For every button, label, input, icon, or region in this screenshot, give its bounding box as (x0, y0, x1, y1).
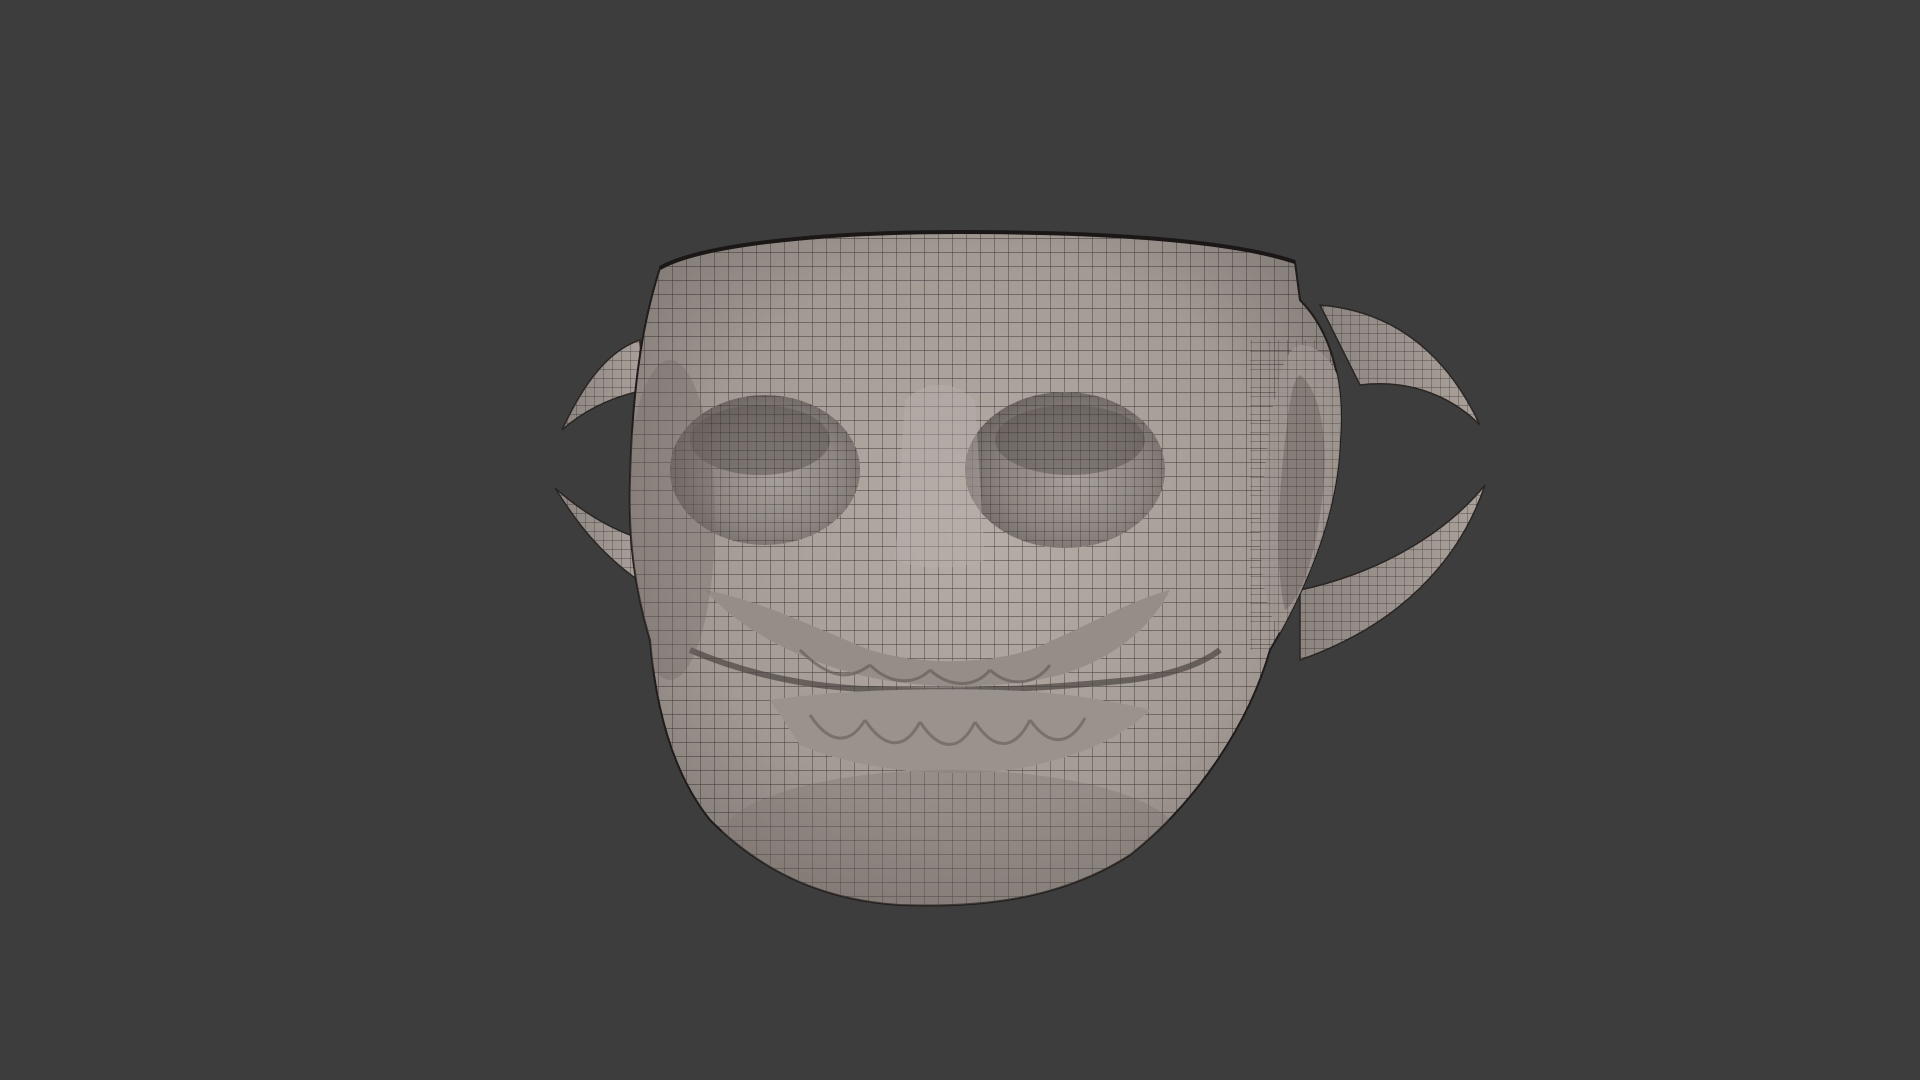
right-eye-socket (965, 392, 1165, 548)
mask-body (628, 229, 1342, 907)
skull-mask-model[interactable] (0, 0, 1920, 1080)
3d-viewport[interactable] (0, 0, 1920, 1080)
right-upper-horn (1318, 304, 1481, 426)
